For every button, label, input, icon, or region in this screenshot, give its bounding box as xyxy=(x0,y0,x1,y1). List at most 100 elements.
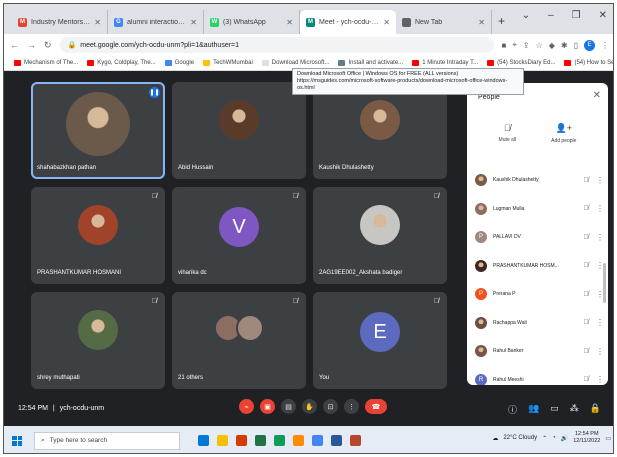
mute-all-button[interactable]: 🎙̸ Mute all xyxy=(499,123,517,144)
more-options-icon[interactable]: ⋮ xyxy=(592,233,608,242)
browser-tab[interactable]: Galumni interaction meet sp✕ xyxy=(108,10,204,34)
start-icon[interactable] xyxy=(12,435,22,446)
taskbar-app-icon[interactable] xyxy=(293,435,304,446)
bookmark-item[interactable]: (54) How to Select... xyxy=(564,60,613,66)
weather-text[interactable]: 22°C Cloudy xyxy=(503,435,537,441)
puzzle-icon[interactable]: ✱ xyxy=(561,41,568,50)
activities-icon[interactable]: ⁂ xyxy=(570,403,579,416)
menu-icon[interactable]: ⋮ xyxy=(601,41,609,50)
bookmark-item[interactable]: TechWMumbai xyxy=(203,60,253,66)
tab-close-icon[interactable]: ✕ xyxy=(190,18,197,27)
taskbar-app-icon[interactable] xyxy=(331,435,342,446)
browser-tab[interactable]: M Meet - ych-ocdu-unm ✕ xyxy=(300,10,396,34)
participant-tile[interactable]: 🎙̸ 2AG19EE002_Akshata badiger xyxy=(313,187,447,284)
location-icon[interactable]: ⌖ xyxy=(512,40,517,50)
browser-tab[interactable]: New Tab ✕ xyxy=(396,10,492,34)
back-icon[interactable]: ← xyxy=(10,40,19,50)
participant-tile[interactable]: V 🎙̸ viharika dc xyxy=(172,187,306,284)
add-people-button[interactable]: 👤+ Add people xyxy=(551,123,576,144)
info-icon[interactable]: ⓘ xyxy=(508,403,517,416)
volume-icon[interactable]: 🔊 xyxy=(561,435,568,442)
participant-row[interactable]: Rahul Banker 🎙̸ ⋮ xyxy=(467,337,608,366)
more-options-button[interactable]: ⋮ xyxy=(344,399,359,414)
mic-off-icon[interactable]: 🎙̸ xyxy=(580,177,592,184)
new-tab-button[interactable]: + xyxy=(498,14,505,28)
bookmark-item[interactable]: Download Microsoft... xyxy=(261,60,329,66)
participant-tile[interactable]: ❚❚ shahabazkhan pathan xyxy=(31,82,165,179)
bookmark-item[interactable]: Kygo, Coldplay, The... xyxy=(87,60,156,66)
forward-icon[interactable]: → xyxy=(27,40,36,50)
browser-tab[interactable]: M Industry Mentorship 2022-2✕ xyxy=(12,10,108,34)
participant-tile[interactable]: 🎙̸ shrey muthapati xyxy=(31,292,165,389)
host-controls-icon[interactable]: 🔒 xyxy=(590,403,601,416)
mic-off-icon[interactable]: 🎙̸ xyxy=(580,291,592,298)
reload-icon[interactable]: ↻ xyxy=(44,40,52,51)
camera-toggle-button[interactable]: ▣ xyxy=(260,399,275,414)
browser-tab[interactable]: W (3) WhatsApp ✕ xyxy=(204,10,300,34)
people-scrollbar[interactable] xyxy=(603,263,606,303)
mic-off-icon[interactable]: 🎙̸ xyxy=(580,205,592,212)
leave-call-button[interactable]: ☎ xyxy=(365,399,387,414)
more-options-icon[interactable]: ⋮ xyxy=(592,347,608,356)
notification-icon[interactable]: ▭ xyxy=(605,435,611,442)
bookmark-item[interactable]: Mechanism of The... xyxy=(14,60,78,66)
tab-close-icon[interactable]: ✕ xyxy=(478,18,485,27)
participant-row[interactable]: R Rahul Meeshi 🎙̸ ⋮ xyxy=(467,366,608,385)
mic-toggle-button[interactable]: ⌁ xyxy=(239,399,254,414)
present-button[interactable]: ⊡ xyxy=(323,399,338,414)
tab-close-icon[interactable]: ✕ xyxy=(383,18,390,27)
mic-off-icon[interactable]: 🎙̸ xyxy=(580,234,592,241)
participant-row[interactable]: P Prerana P 🎙̸ ⋮ xyxy=(467,280,608,309)
bookmark-item[interactable]: (54) StocksDiary Ed... xyxy=(487,60,555,66)
bookmark-star-icon[interactable]: ☆ xyxy=(536,41,543,50)
taskbar-app-icon[interactable] xyxy=(350,435,361,446)
participant-tile[interactable]: 🎙̸ PRASHANTKUMAR HOSMANI xyxy=(31,187,165,284)
taskbar-search[interactable]: ⌕ Type here to search xyxy=(34,431,180,450)
tray-clock[interactable]: 12:54 PM 12/11/2022 xyxy=(573,431,600,445)
tab-close-icon[interactable]: ✕ xyxy=(94,18,101,27)
address-bar[interactable]: 🔒 meet.google.com/ych-ocdu-unm?pli=1&aut… xyxy=(59,37,494,53)
extension-icon[interactable]: ◆ xyxy=(549,41,555,50)
participant-row[interactable]: Kaushik Dhulashetty 🎙̸ ⋮ xyxy=(467,166,608,195)
mic-off-icon[interactable]: 🎙̸ xyxy=(580,319,592,326)
bookmark-item[interactable]: Google xyxy=(164,60,194,66)
more-options-icon[interactable]: ⋮ xyxy=(592,176,608,185)
taskbar-app-icon[interactable] xyxy=(274,435,285,446)
mic-off-icon[interactable]: 🎙̸ xyxy=(580,348,592,355)
minimize-icon[interactable]: – xyxy=(548,10,554,21)
taskbar-app-icon[interactable] xyxy=(255,435,266,446)
close-window-icon[interactable]: ✕ xyxy=(599,10,607,21)
taskbar-app-icon[interactable] xyxy=(198,435,209,446)
tab-search-icon[interactable]: ⌄ xyxy=(522,10,530,21)
participant-tile[interactable]: E 🎙̸ You xyxy=(313,292,447,389)
captions-button[interactable]: ▤ xyxy=(281,399,296,414)
mic-off-icon[interactable]: 🎙̸ xyxy=(580,376,592,383)
taskbar-app-icon[interactable] xyxy=(312,435,323,446)
profile-avatar[interactable]: E xyxy=(584,39,595,51)
camera-icon[interactable]: ■ xyxy=(502,41,507,50)
sidebar-icon[interactable]: ▯ xyxy=(574,41,578,50)
chat-icon[interactable]: ▭ xyxy=(550,403,559,416)
mic-off-icon[interactable]: 🎙̸ xyxy=(580,262,592,269)
participant-tile[interactable]: 🎙̸Kaushik Dhulashetty xyxy=(313,82,447,179)
close-icon[interactable]: ✕ xyxy=(593,90,601,101)
participant-row[interactable]: PRASHANTKUMAR HOSM... 🎙̸ ⋮ xyxy=(467,252,608,281)
more-options-icon[interactable]: ⋮ xyxy=(592,318,608,327)
raise-hand-button[interactable]: ✋ xyxy=(302,399,317,414)
participant-row[interactable]: Lugman Mulla 🎙̸ ⋮ xyxy=(467,195,608,224)
taskbar-app-icon[interactable] xyxy=(217,435,228,446)
taskbar-app-icon[interactable] xyxy=(236,435,247,446)
more-options-icon[interactable]: ⋮ xyxy=(592,204,608,213)
network-icon[interactable]: ◔ xyxy=(552,435,556,441)
more-options-icon[interactable]: ⋮ xyxy=(592,375,608,384)
tab-close-icon[interactable]: ✕ xyxy=(286,18,293,27)
bookmark-item[interactable]: 1 Minute Intraday T... xyxy=(412,60,478,66)
participant-tile[interactable]: 🎙̸ 21 others xyxy=(172,292,306,389)
tray-chevron-icon[interactable]: ⌃ xyxy=(542,435,547,442)
participant-row[interactable]: P PALLAVI DV 🎙̸ ⋮ xyxy=(467,223,608,252)
participant-row[interactable]: Rachappa Wali 🎙̸ ⋮ xyxy=(467,309,608,338)
share-icon[interactable]: ⇪ xyxy=(523,41,530,50)
maximize-icon[interactable]: ❐ xyxy=(572,10,581,21)
people-icon[interactable]: 👥 xyxy=(528,403,539,416)
participant-tile[interactable]: 🎙̸Abid Hussain xyxy=(172,82,306,179)
